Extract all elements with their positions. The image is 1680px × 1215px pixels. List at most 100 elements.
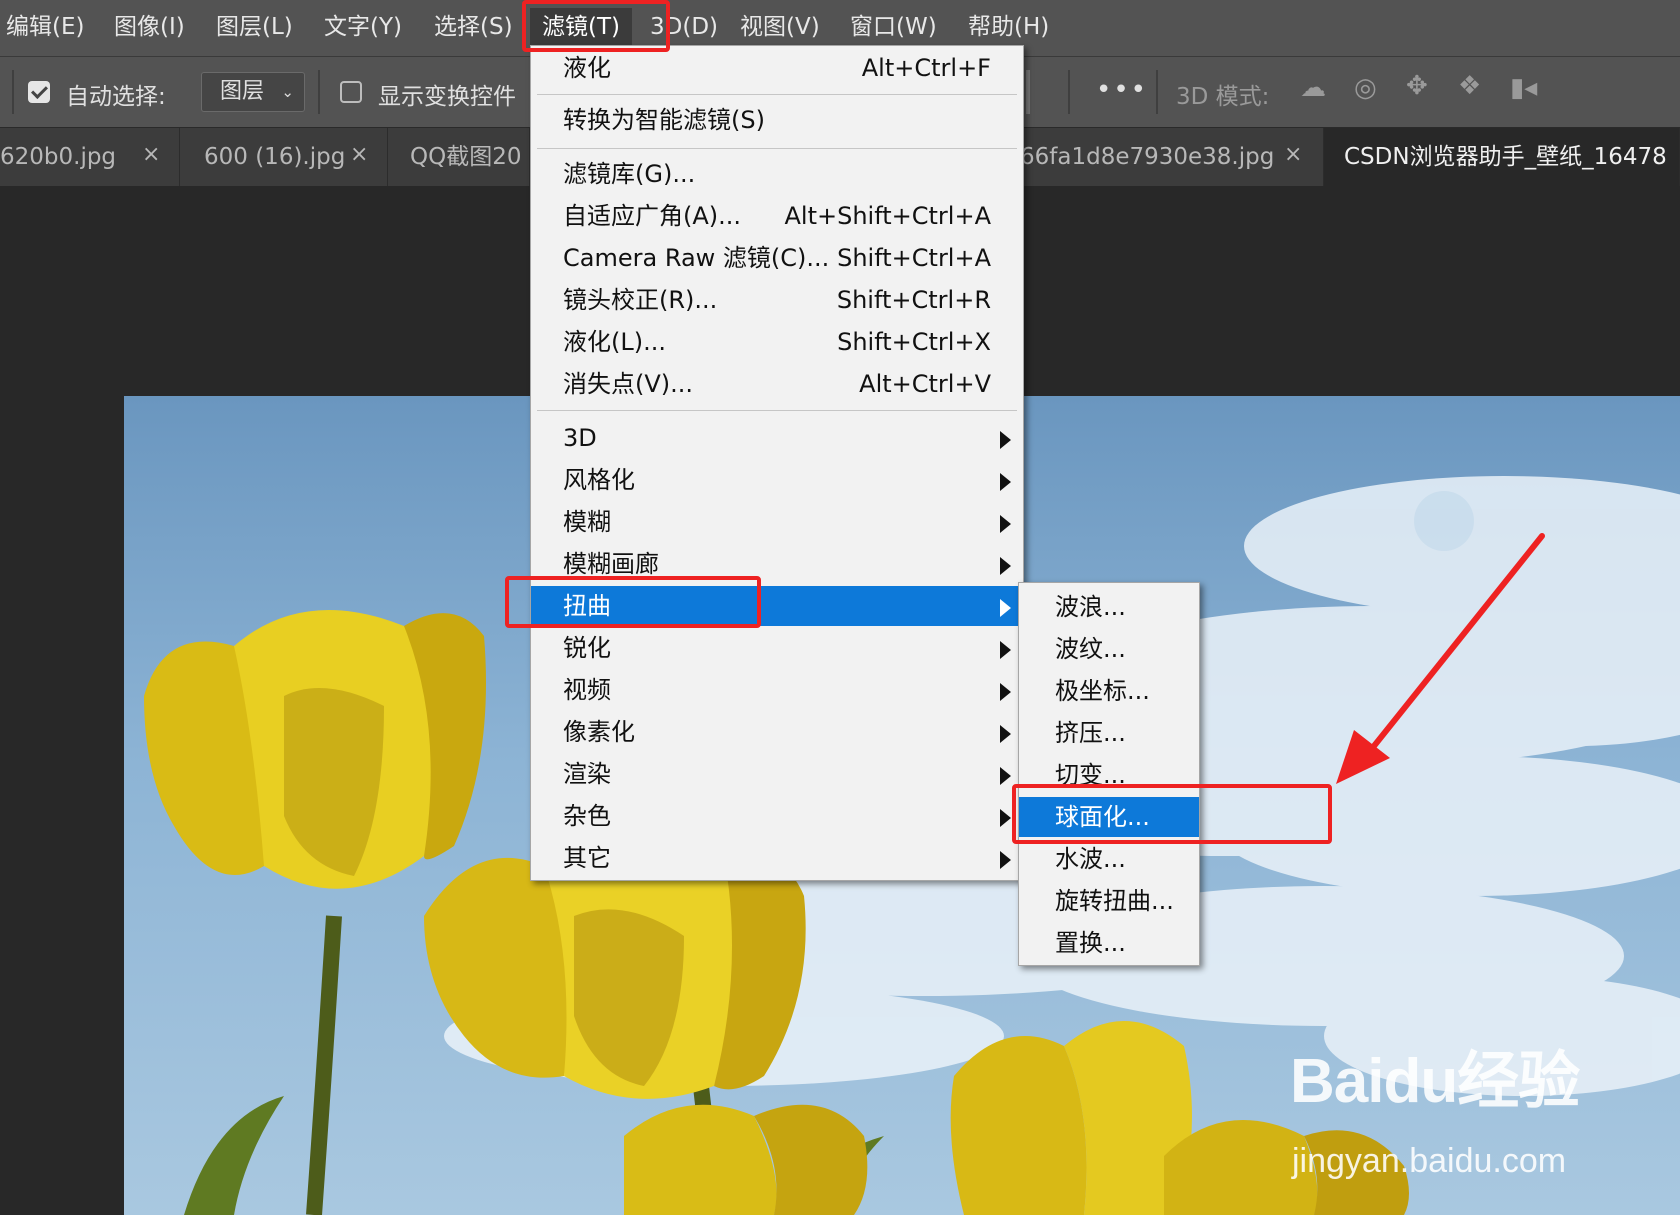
menu-item-vanishing-point[interactable]: 消失点(V)... Alt+Ctrl+V: [531, 364, 1023, 404]
submenu-item-wave[interactable]: 波浪...: [1019, 587, 1199, 627]
menu-view[interactable]: 视图(V): [740, 8, 820, 46]
menu-item-video[interactable]: 视频: [531, 670, 1023, 710]
menu-item-3d[interactable]: 3D: [531, 418, 1023, 458]
menu-edit[interactable]: 编辑(E): [6, 8, 84, 46]
submenu-item-displace[interactable]: 置换...: [1019, 923, 1199, 963]
highlight-box-spherize: [1012, 784, 1332, 844]
menu-item-pixelate[interactable]: 像素化: [531, 712, 1023, 752]
menu-item-label: 滤镜库(G)...: [563, 160, 696, 188]
submenu-arrow-icon: [1000, 515, 1011, 533]
menu-item-render[interactable]: 渲染: [531, 754, 1023, 794]
submenu-item-twirl[interactable]: 旋转扭曲...: [1019, 881, 1199, 921]
tab-label: 600 (16).jpg: [204, 144, 346, 170]
menu-item-label: 置换...: [1055, 929, 1126, 957]
menu-separator: [537, 148, 1017, 149]
submenu-item-ripple[interactable]: 波纹...: [1019, 629, 1199, 669]
submenu-arrow-icon: [1000, 767, 1011, 785]
roll-3d-icon[interactable]: ◎: [1354, 73, 1377, 103]
menu-item-label: Camera Raw 滤镜(C)...: [563, 244, 830, 272]
baidu-watermark: Baidu经验 jingyan.baidu.com: [1290, 1030, 1610, 1180]
tab-label: CSDN浏览器助手_壁纸_16478: [1344, 144, 1667, 170]
submenu-arrow-icon: [1000, 557, 1011, 575]
auto-select-target-dropdown[interactable]: 图层 ⌄: [201, 72, 305, 112]
menu-item-label: 波浪...: [1055, 593, 1126, 621]
orbit-3d-icon[interactable]: ☁: [1300, 73, 1326, 103]
menu-item-label: 水波...: [1055, 845, 1126, 873]
menu-item-label: 杂色: [563, 802, 611, 830]
menu-item-shortcut: Shift+Ctrl+R: [836, 286, 991, 314]
menu-item-camera-raw[interactable]: Camera Raw 滤镜(C)... Shift+Ctrl+A: [531, 238, 1023, 278]
tab-label: QQ截图20: [410, 144, 522, 170]
watermark-logo-text: Baidu经验: [1290, 1047, 1580, 1116]
submenu-arrow-icon: [1000, 809, 1011, 827]
auto-select-target-value: 图层: [220, 79, 265, 104]
scale-3d-icon[interactable]: ▮◂: [1510, 73, 1537, 103]
menu-item-convert-smart-filter[interactable]: 转换为智能滤镜(S): [531, 100, 1023, 140]
tab-document-active[interactable]: CSDN浏览器助手_壁纸_16478: [1324, 128, 1680, 186]
watermark-url: jingyan.baidu.com: [1292, 1142, 1567, 1180]
auto-select-checkbox[interactable]: [28, 81, 50, 103]
menu-item-adaptive-wide-angle[interactable]: 自适应广角(A)... Alt+Shift+Ctrl+A: [531, 196, 1023, 236]
tab-document[interactable]: QQ截图20: [388, 128, 530, 186]
menu-item-label: 风格化: [563, 466, 635, 494]
tab-label: 66fa1d8e7930e38.jpg: [1020, 144, 1275, 170]
menu-item-liquify-last[interactable]: 液化 Alt+Ctrl+F: [531, 48, 1023, 88]
tab-close-icon[interactable]: ×: [142, 142, 160, 167]
submenu-arrow-icon: [1000, 725, 1011, 743]
menu-item-label: 锐化: [563, 634, 611, 662]
tab-close-icon[interactable]: ×: [1284, 142, 1302, 167]
menu-item-other[interactable]: 其它: [531, 838, 1023, 878]
menu-item-shortcut: Alt+Shift+Ctrl+A: [784, 202, 992, 230]
tab-document[interactable]: 66fa1d8e7930e38.jpg: [1016, 128, 1324, 186]
menu-layer[interactable]: 图层(L): [216, 8, 293, 46]
menu-item-label: 自适应广角(A)...: [563, 202, 742, 230]
menu-item-shortcut: Shift+Ctrl+A: [837, 244, 991, 272]
menu-item-sharpen[interactable]: 锐化: [531, 628, 1023, 668]
submenu-item-zigzag[interactable]: 水波...: [1019, 839, 1199, 879]
highlight-box-distort: [505, 576, 761, 628]
menu-item-blur[interactable]: 模糊: [531, 502, 1023, 542]
menu-item-liquify[interactable]: 液化(L)... Shift+Ctrl+X: [531, 322, 1023, 362]
menu-select[interactable]: 选择(S): [434, 8, 513, 46]
highlight-box-filter-menu: [522, 0, 670, 52]
auto-select-label: 自动选择:: [66, 84, 166, 110]
menu-item-label: 消失点(V)...: [563, 370, 694, 398]
menu-item-label: 波纹...: [1055, 635, 1126, 663]
menu-item-label: 转换为智能滤镜(S): [563, 106, 765, 134]
submenu-arrow-icon: [1000, 431, 1011, 449]
menu-item-stylize[interactable]: 风格化: [531, 460, 1023, 500]
menu-help[interactable]: 帮助(H): [968, 8, 1049, 46]
submenu-item-pinch[interactable]: 挤压...: [1019, 713, 1199, 753]
menu-item-label: 液化(L)...: [563, 328, 666, 356]
options-divider: [1068, 70, 1070, 114]
submenu-arrow-icon: [1000, 641, 1011, 659]
mode-3d-label: 3D 模式:: [1176, 84, 1270, 110]
menu-item-label: 极坐标...: [1055, 677, 1150, 705]
menu-item-label: 镜头校正(R)...: [563, 286, 718, 314]
menu-item-label: 渲染: [563, 760, 611, 788]
menu-item-filter-gallery[interactable]: 滤镜库(G)...: [531, 154, 1023, 194]
more-options-button[interactable]: •••: [1096, 75, 1148, 105]
slide-3d-icon[interactable]: ❖: [1458, 71, 1481, 101]
menu-item-noise[interactable]: 杂色: [531, 796, 1023, 836]
align-icon-fragment: [1026, 70, 1030, 114]
menu-item-label: 挤压...: [1055, 719, 1126, 747]
submenu-arrow-icon: [1000, 599, 1011, 617]
menu-image[interactable]: 图像(I): [114, 8, 185, 46]
tab-close-icon[interactable]: ×: [350, 142, 368, 167]
submenu-arrow-icon: [1000, 851, 1011, 869]
options-divider: [318, 70, 320, 114]
menu-type[interactable]: 文字(Y): [324, 8, 402, 46]
options-divider: [1156, 70, 1158, 114]
menu-item-label: 像素化: [563, 718, 635, 746]
menu-item-label: 3D: [563, 424, 597, 452]
pan-3d-icon[interactable]: ✥: [1406, 71, 1428, 101]
submenu-item-polar-coordinates[interactable]: 极坐标...: [1019, 671, 1199, 711]
menu-item-shortcut: Shift+Ctrl+X: [837, 328, 991, 356]
menu-item-shortcut: Alt+Ctrl+V: [859, 370, 991, 398]
show-transform-checkbox[interactable]: [340, 81, 362, 103]
menu-window[interactable]: 窗口(W): [850, 8, 937, 46]
chevron-down-icon: ⌄: [281, 83, 294, 101]
menu-item-label: 旋转扭曲...: [1055, 887, 1174, 915]
menu-item-lens-correction[interactable]: 镜头校正(R)... Shift+Ctrl+R: [531, 280, 1023, 320]
